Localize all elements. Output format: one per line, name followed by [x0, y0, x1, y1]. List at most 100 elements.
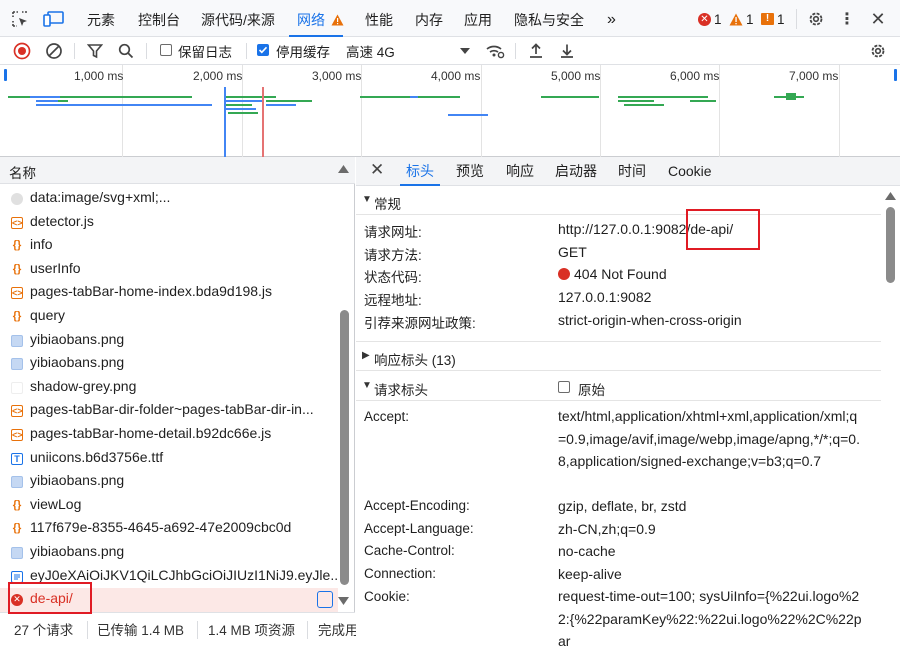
connection-value: keep-alive	[558, 566, 622, 582]
doc-file-icon	[11, 570, 23, 583]
request-row[interactable]: yibiaobans.png	[0, 541, 338, 565]
throttling-select[interactable]: 高速 4G	[344, 39, 474, 63]
request-row[interactable]: yibiaobans.png	[0, 329, 338, 353]
scroll-down-arrow-icon[interactable]	[338, 597, 349, 605]
request-row[interactable]: {} userInfo	[0, 258, 338, 282]
raw-checkbox[interactable]	[558, 381, 570, 393]
tab-preview[interactable]: 预览	[456, 157, 484, 186]
overview-right-handle[interactable]	[894, 69, 897, 81]
export-har-icon[interactable]	[557, 41, 577, 61]
finish-time: 完成用	[318, 623, 359, 638]
status-bar: 27 个请求 已传输 1.4 MB 1.4 MB 项资源 完成用	[0, 612, 359, 648]
close-devtools-icon[interactable]: ✕	[868, 9, 888, 29]
request-row[interactable]: <> detector.js	[0, 211, 338, 235]
request-name: detector.js	[30, 212, 94, 229]
tab-cookies[interactable]: Cookie	[668, 157, 712, 186]
request-row[interactable]: data:image/svg+xml;...	[0, 187, 338, 211]
request-name: pages-tabBar-home-detail.b92dc66e.js	[30, 425, 272, 441]
general-section-title: 常规	[374, 197, 401, 212]
network-settings-gear-icon[interactable]	[868, 41, 888, 61]
request-row[interactable]: Tuniicons.b6d3756e.ttf	[0, 447, 338, 471]
tab-performance[interactable]: 性能	[365, 0, 393, 37]
tab-sources[interactable]: 源代码/来源	[201, 0, 275, 37]
details-scroll-up-icon[interactable]	[885, 192, 896, 200]
status-error-dot-icon	[558, 268, 570, 280]
details-scrollbar[interactable]	[886, 207, 895, 283]
request-row[interactable]: {} 117f679e-8355-4645-a692-47e2009cbc0d	[0, 517, 338, 541]
tab-application[interactable]: 应用	[464, 0, 492, 37]
tab-initiator[interactable]: 启动器	[555, 157, 597, 186]
preserve-log-checkbox[interactable]	[160, 44, 172, 56]
network-conditions-icon[interactable]	[484, 41, 506, 61]
tab-privacy-security[interactable]: 隐私与安全	[514, 0, 584, 37]
img-file-icon	[11, 358, 23, 371]
js-file-icon: <>	[11, 405, 23, 418]
remote-address-value: 127.0.0.1:9082	[558, 289, 652, 305]
filter-icon[interactable]	[86, 41, 104, 61]
header-key: Accept:	[364, 409, 410, 424]
request-row[interactable]: {} query	[0, 305, 338, 329]
request-row[interactable]: <> pages-tabBar-home-detail.b92dc66e.js	[0, 423, 338, 447]
warning-icon	[729, 13, 743, 25]
more-options-icon[interactable]: ⋮	[839, 9, 855, 29]
tab-headers[interactable]: 标头	[400, 157, 440, 186]
request-list-scrollbar[interactable]	[340, 310, 349, 585]
general-section-header[interactable]: ▼ 常规	[356, 187, 881, 215]
request-row[interactable]: yibiaobans.png	[0, 470, 338, 494]
request-name: eyJ0eXAiOiJKV1QiLCJhbGciOiJIUzI1NiJ9.eyJ…	[30, 566, 338, 583]
scroll-up-arrow-icon[interactable]	[338, 165, 349, 173]
collapse-triangle-icon: ▼	[362, 194, 372, 205]
warning-icon	[331, 14, 344, 26]
inspect-element-icon[interactable]	[10, 9, 30, 29]
tab-memory[interactable]: 内存	[415, 0, 443, 37]
overview-left-handle[interactable]	[4, 69, 7, 81]
tick-label: 6,000 ms	[670, 69, 720, 83]
tab-console[interactable]: 控制台	[138, 0, 180, 37]
tab-timing[interactable]: 时间	[618, 157, 646, 186]
name-column-header[interactable]: 名称	[9, 162, 36, 182]
request-row[interactable]: {} info	[0, 234, 338, 258]
request-row[interactable]: {} viewLog	[0, 494, 338, 518]
request-row[interactable]: yibiaobans.png	[0, 352, 338, 376]
request-headers-title: 请求标头	[374, 383, 428, 398]
device-toolbar-icon[interactable]	[43, 9, 65, 29]
request-row[interactable]: <> pages-tabBar-dir-folder~pages-tabBar-d…	[0, 399, 338, 423]
highlight-box	[8, 582, 92, 614]
response-headers-section-header[interactable]: ▶ 响应标头 (13)	[356, 343, 881, 371]
issues-counter[interactable]: ! 1	[761, 11, 785, 27]
status-code-text: 404 Not Found	[574, 266, 667, 282]
warnings-counter[interactable]: 1	[729, 11, 754, 27]
tab-network[interactable]: 网络	[289, 0, 344, 37]
request-name: yibiaobans.png	[30, 354, 125, 371]
tick-label: 3,000 ms	[312, 69, 362, 83]
clear-icon[interactable]	[44, 41, 64, 61]
referrer-policy-value: strict-origin-when-cross-origin	[558, 312, 742, 328]
disable-cache-checkbox[interactable]	[257, 44, 269, 56]
warnings-count: 1	[746, 11, 754, 27]
accept-value: text/html,application/xhtml+xml,applicat…	[558, 408, 860, 470]
request-count: 27 个请求	[14, 623, 74, 638]
request-row[interactable]: <> pages-tabBar-home-index.bda9d198.js	[0, 281, 338, 305]
font-file-icon: T	[11, 452, 23, 465]
tab-response[interactable]: 响应	[506, 157, 534, 186]
copy-request-icon[interactable]	[317, 591, 333, 609]
general-key: 引荐来源网址政策:	[364, 316, 476, 331]
request-name: 117f679e-8355-4645-a692-47e2009cbc0d	[30, 519, 292, 536]
more-tabs-button[interactable]: »	[607, 0, 616, 37]
settings-gear-icon[interactable]	[806, 9, 826, 29]
response-headers-title: 响应标头 (13)	[374, 353, 456, 368]
import-har-icon[interactable]	[526, 41, 546, 61]
request-row[interactable]: shadow-grey.png	[0, 376, 338, 400]
close-details-icon[interactable]: ✕	[370, 160, 384, 180]
network-toolbar: 保留日志 停用缓存 高速 4G	[0, 37, 900, 65]
request-name: pages-tabBar-home-index.bda9d198.js	[30, 283, 273, 300]
tab-elements[interactable]: 元素	[87, 0, 115, 37]
record-stop-icon[interactable]	[12, 41, 32, 61]
network-overview[interactable]: 1,000 ms 2,000 ms 3,000 ms 4,000 ms 5,00…	[0, 65, 900, 157]
highlight-box	[686, 209, 760, 250]
request-method-value: GET	[558, 244, 587, 260]
errors-counter[interactable]: ✕ 1	[698, 11, 722, 27]
request-headers-section-header[interactable]: ▼ 请求标头 原始	[356, 373, 881, 401]
blank-file-icon	[11, 381, 23, 394]
search-icon[interactable]	[117, 41, 135, 61]
